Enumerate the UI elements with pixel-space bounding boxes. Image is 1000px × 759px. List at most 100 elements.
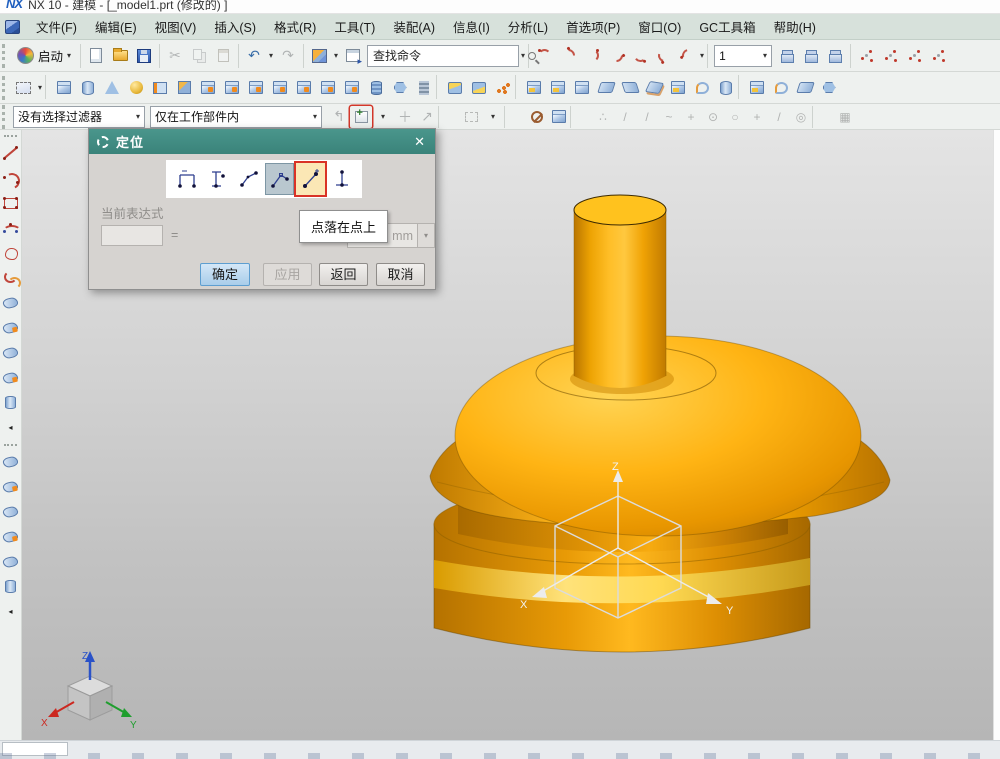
curve-group-more-arrow[interactable]: ▾ — [700, 51, 704, 60]
separator[interactable] — [436, 74, 443, 99]
part-app-icon[interactable] — [5, 19, 20, 34]
search-input[interactable] — [373, 48, 529, 63]
studio-spline-icon[interactable] — [0, 215, 21, 240]
pattern-up-icon[interactable] — [443, 75, 467, 101]
unite-icon[interactable] — [522, 75, 546, 101]
wire-sphere-icon[interactable] — [817, 75, 841, 101]
snap-intersection-icon[interactable]: + — [746, 106, 768, 128]
offset-face-icon[interactable] — [642, 75, 666, 101]
snap-quadrant-icon[interactable]: ○ — [724, 106, 746, 128]
redo-icon[interactable]: ↷ — [276, 43, 300, 69]
selection-filter-dropdown[interactable]: 没有选择过滤器 ▾ — [13, 105, 145, 128]
tube-icon[interactable] — [0, 574, 21, 599]
datum-axis-icon[interactable] — [902, 43, 926, 69]
separator[interactable] — [570, 105, 592, 128]
select-dropdown-arrow[interactable]: ▾ — [482, 106, 504, 128]
surface-check-icon[interactable] — [388, 75, 412, 101]
menu-item[interactable]: 视图(V) — [146, 19, 206, 37]
new-file-icon[interactable] — [84, 43, 108, 69]
model-part[interactable] — [429, 194, 891, 653]
snap-arc-center-icon[interactable]: ⊙ — [702, 106, 724, 128]
menu-item[interactable]: 首选项(P) — [557, 19, 629, 37]
menu-item[interactable]: 装配(A) — [384, 19, 444, 37]
point-set-icon[interactable] — [878, 43, 902, 69]
position-horizontal-icon[interactable] — [172, 163, 201, 195]
line-icon[interactable] — [0, 140, 21, 165]
nx5-hole-icon[interactable] — [196, 75, 220, 101]
start-menu-button[interactable]: 启动 ▾ — [11, 44, 77, 67]
toolbar-drag-handle[interactable] — [2, 43, 8, 68]
pattern-fan-icon[interactable] — [467, 75, 491, 101]
more-commands-arrow[interactable]: ◂ — [0, 599, 21, 624]
pocket-icon[interactable] — [268, 75, 292, 101]
undo-dropdown-arrow[interactable]: ▾ — [266, 43, 276, 69]
menu-item[interactable]: 编辑(E) — [86, 19, 146, 37]
separator[interactable] — [515, 74, 522, 99]
window-info-icon[interactable] — [341, 43, 365, 69]
snap-point-on-curve-icon[interactable]: / — [768, 106, 790, 128]
curve-bend-icon[interactable] — [628, 43, 652, 69]
command-finder[interactable] — [367, 44, 537, 67]
separator[interactable] — [504, 105, 526, 128]
bridge-surface-icon[interactable] — [0, 549, 21, 574]
position-perpendicular-icon[interactable] — [265, 163, 294, 195]
paste-icon[interactable] — [211, 43, 235, 69]
shell-icon[interactable] — [745, 75, 769, 101]
menu-item[interactable]: 格式(R) — [265, 19, 325, 37]
pattern-feature-icon[interactable] — [148, 75, 172, 101]
snap-pole-icon[interactable]: + — [680, 106, 702, 128]
snap-enabled-icon[interactable] — [350, 106, 372, 128]
snap-end-point-icon[interactable]: / — [614, 106, 636, 128]
deselect-icon[interactable]: ↗ — [416, 106, 438, 128]
rectangle-icon[interactable] — [0, 190, 21, 215]
shaded-display-icon[interactable] — [307, 43, 331, 69]
copy-icon[interactable] — [187, 43, 211, 69]
ruled-surface-icon[interactable] — [0, 290, 21, 315]
menu-item[interactable]: 窗口(O) — [629, 19, 690, 37]
trim-body-icon[interactable] — [594, 75, 618, 101]
wedge-icon[interactable] — [172, 75, 196, 101]
sew-icon[interactable] — [666, 75, 690, 101]
display-dropdown-arrow[interactable]: ▾ — [331, 43, 341, 69]
curve-trim-icon[interactable] — [556, 43, 580, 69]
block-icon[interactable] — [52, 75, 76, 101]
swept-surface-icon[interactable] — [0, 340, 21, 365]
box-cut-icon[interactable] — [793, 75, 817, 101]
four-point-surface-icon[interactable] — [0, 449, 21, 474]
work-layer-dropdown[interactable]: 1 ▾ — [714, 44, 773, 67]
curve-mesh-icon[interactable] — [0, 524, 21, 549]
curve-edit-icon[interactable] — [676, 43, 700, 69]
curve-arc-icon[interactable] — [652, 43, 676, 69]
arc-icon[interactable] — [0, 165, 21, 190]
cylinder-icon[interactable] — [76, 75, 100, 101]
dialog-header[interactable]: 定位 ✕ — [89, 129, 435, 154]
separator[interactable] — [738, 74, 745, 99]
search-more-arrow[interactable]: ▾ — [521, 51, 525, 60]
stop-selection-icon[interactable] — [526, 106, 548, 128]
rail-drag-handle[interactable] — [0, 131, 21, 140]
toolbar-drag-handle[interactable] — [2, 75, 8, 100]
datum-csys-icon[interactable] — [926, 43, 950, 69]
snap-point-on-face-icon[interactable]: ◎ — [790, 106, 812, 128]
thread-icon[interactable] — [364, 75, 388, 101]
through-curves-icon[interactable] — [0, 315, 21, 340]
sketch-icon[interactable] — [11, 75, 35, 101]
open-file-icon[interactable] — [108, 43, 132, 69]
thicken-icon[interactable] — [714, 75, 738, 101]
pattern-dots-icon[interactable] — [491, 75, 515, 101]
extrude-sheet-icon[interactable] — [0, 390, 21, 415]
highlight-related-icon[interactable]: ↰ — [328, 106, 350, 128]
patch-icon[interactable] — [690, 75, 714, 101]
slot-icon[interactable] — [316, 75, 340, 101]
grid-snap-icon[interactable]: ▦ — [834, 106, 856, 128]
work-part-icon[interactable] — [548, 106, 570, 128]
position-point-to-point-icon[interactable] — [296, 163, 325, 195]
save-icon[interactable] — [132, 43, 156, 69]
curve-corner-icon[interactable] — [604, 43, 628, 69]
separator[interactable] — [812, 105, 834, 128]
menu-item[interactable]: GC工具箱 — [690, 19, 764, 37]
menu-item[interactable]: 工具(T) — [325, 19, 384, 37]
snap-point-cloud-icon[interactable]: ∴ — [592, 106, 614, 128]
menu-item[interactable]: 信息(I) — [444, 19, 499, 37]
bounded-plane-icon[interactable] — [0, 499, 21, 524]
